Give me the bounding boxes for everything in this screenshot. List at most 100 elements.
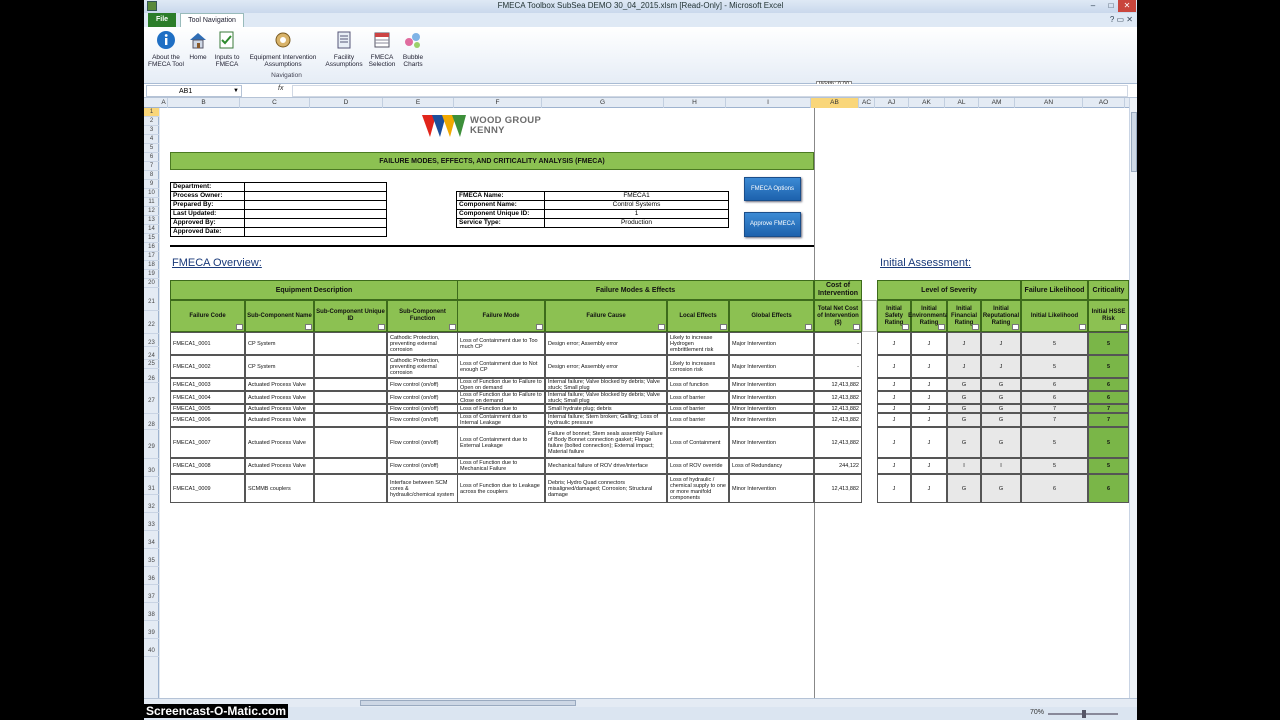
table-cell-global[interactable]: Minor Intervention <box>729 404 814 413</box>
table-cell-func[interactable]: Flow control (on/off) <box>387 413 458 427</box>
table-cell-local[interactable]: Likely to increases corrosion risk <box>667 355 729 378</box>
row-header-16[interactable]: 16 <box>144 243 159 252</box>
table-cell-lik[interactable]: 6 <box>1021 378 1088 391</box>
table-cell-f[interactable]: G <box>947 427 981 458</box>
table-cell-global[interactable]: Minor Intervention <box>729 413 814 427</box>
table-cell-uid[interactable] <box>314 332 387 355</box>
info-value[interactable]: 1 <box>544 209 729 219</box>
filter-dropdown-icon[interactable] <box>720 324 727 330</box>
approve-fmeca-button[interactable]: Approve FMECA <box>744 212 801 237</box>
horizontal-scrollbar[interactable] <box>144 698 1137 707</box>
table-cell-name[interactable]: Actuated Process Valve <box>245 391 314 404</box>
row-header-24[interactable]: 24 <box>144 347 159 360</box>
info-value[interactable] <box>244 200 387 210</box>
table-cell-global[interactable]: Loss of Redundancy <box>729 458 814 474</box>
table-cell-f[interactable]: G <box>947 391 981 404</box>
filter-dropdown-icon[interactable] <box>1120 324 1127 330</box>
row-header-29[interactable]: 29 <box>144 430 159 459</box>
table-cell-r[interactable]: G <box>981 378 1021 391</box>
filter-dropdown-icon[interactable] <box>853 324 860 330</box>
table-cell-lik[interactable]: 6 <box>1021 391 1088 404</box>
table-cell-local[interactable]: Loss of Containment <box>667 427 729 458</box>
bubble-charts-button[interactable]: Bubble Charts <box>398 30 428 68</box>
table-cell-crit[interactable]: 5 <box>1088 355 1129 378</box>
column-header-d[interactable]: D <box>310 98 383 108</box>
row-header-33[interactable]: 33 <box>144 513 159 531</box>
equipment-intervention-button[interactable]: Equipment Intervention Assumptions <box>244 30 322 68</box>
table-cell-r[interactable]: G <box>981 427 1021 458</box>
column-header-ao[interactable]: AO <box>1083 98 1125 108</box>
row-header-19[interactable]: 19 <box>144 270 159 279</box>
table-cell-r[interactable]: J <box>981 332 1021 355</box>
row-header-5[interactable]: 5 <box>144 144 159 153</box>
tab-file[interactable]: File <box>148 13 176 27</box>
table-cell-cost[interactable]: 12,413,882 <box>814 474 862 503</box>
row-header-35[interactable]: 35 <box>144 549 159 567</box>
table-cell-name[interactable]: Actuated Process Valve <box>245 404 314 413</box>
table-cell-mode[interactable]: Loss of Containment due to Too much CP <box>457 332 545 355</box>
filter-dropdown-icon[interactable] <box>378 324 385 330</box>
table-cell-lik[interactable]: 5 <box>1021 332 1088 355</box>
column-header-al[interactable]: AL <box>945 98 979 108</box>
filter-dropdown-icon[interactable] <box>1012 324 1019 330</box>
vertical-scrollbar[interactable] <box>1129 98 1137 698</box>
table-cell-f[interactable]: J <box>947 332 981 355</box>
table-cell-func[interactable]: Flow control (on/off) <box>387 391 458 404</box>
table-cell-s[interactable]: J <box>877 427 911 458</box>
table-cell-uid[interactable] <box>314 474 387 503</box>
row-header-14[interactable]: 14 <box>144 225 159 234</box>
row-header-13[interactable]: 13 <box>144 216 159 225</box>
table-cell-s[interactable]: J <box>877 391 911 404</box>
table-cell-global[interactable]: Minor Intervention <box>729 391 814 404</box>
column-header-h[interactable]: H <box>664 98 726 108</box>
table-cell-e[interactable]: J <box>911 378 947 391</box>
table-cell-e[interactable]: J <box>911 427 947 458</box>
row-header-25[interactable]: 25 <box>144 360 159 369</box>
home-button[interactable]: Home <box>186 30 210 61</box>
filter-dropdown-icon[interactable] <box>305 324 312 330</box>
table-cell-name[interactable]: CP System <box>245 332 314 355</box>
table-cell-r[interactable]: G <box>981 474 1021 503</box>
table-cell-code[interactable]: FMECA1_0002 <box>170 355 245 378</box>
table-cell-func[interactable]: Flow control (on/off) <box>387 404 458 413</box>
table-cell-e[interactable]: J <box>911 391 947 404</box>
table-cell-func[interactable]: Flow control (on/off) <box>387 378 458 391</box>
table-cell-r[interactable]: G <box>981 391 1021 404</box>
filter-dropdown-icon[interactable] <box>1079 324 1086 330</box>
table-cell-uid[interactable] <box>314 404 387 413</box>
table-cell-s[interactable]: J <box>877 332 911 355</box>
table-cell-crit[interactable]: 7 <box>1088 404 1129 413</box>
fmeca-options-button[interactable]: FMECA Options <box>744 177 801 201</box>
zoom-level[interactable]: 70% <box>1030 709 1044 716</box>
table-cell-func[interactable]: Flow control (on/off) <box>387 458 458 474</box>
table-cell-name[interactable]: Actuated Process Valve <box>245 427 314 458</box>
column-header-g[interactable]: G <box>542 98 664 108</box>
filter-dropdown-icon[interactable] <box>972 324 979 330</box>
table-cell-e[interactable]: J <box>911 413 947 427</box>
filter-dropdown-icon[interactable] <box>236 324 243 330</box>
table-cell-mode[interactable]: Loss of Function due to Failure to Close… <box>457 391 545 404</box>
scroll-thumb[interactable] <box>1131 112 1137 172</box>
table-cell-local[interactable]: Loss of function <box>667 378 729 391</box>
inputs-button[interactable]: Inputs to FMECA <box>211 30 243 68</box>
row-header-8[interactable]: 8 <box>144 171 159 180</box>
table-cell-crit[interactable]: 5 <box>1088 427 1129 458</box>
table-cell-f[interactable]: G <box>947 413 981 427</box>
table-cell-s[interactable]: J <box>877 355 911 378</box>
table-cell-mode[interactable]: Loss of Function due to Mechanical Failu… <box>457 458 545 474</box>
table-cell-s[interactable]: J <box>877 458 911 474</box>
minimize-button[interactable]: – <box>1084 0 1102 12</box>
row-header-7[interactable]: 7 <box>144 162 159 171</box>
column-header-f[interactable]: F <box>454 98 542 108</box>
table-cell-mode[interactable]: Loss of Containment due to Internal Leak… <box>457 413 545 427</box>
table-cell-uid[interactable] <box>314 378 387 391</box>
row-header-38[interactable]: 38 <box>144 603 159 621</box>
table-cell-f[interactable]: G <box>947 474 981 503</box>
fx-icon[interactable]: fx <box>278 85 283 92</box>
table-cell-lik[interactable]: 7 <box>1021 404 1088 413</box>
table-cell-code[interactable]: FMECA1_0005 <box>170 404 245 413</box>
table-cell-cause[interactable]: Design error; Assembly error <box>545 332 667 355</box>
column-header-e[interactable]: E <box>383 98 454 108</box>
table-cell-code[interactable]: FMECA1_0004 <box>170 391 245 404</box>
info-value[interactable] <box>244 227 387 237</box>
